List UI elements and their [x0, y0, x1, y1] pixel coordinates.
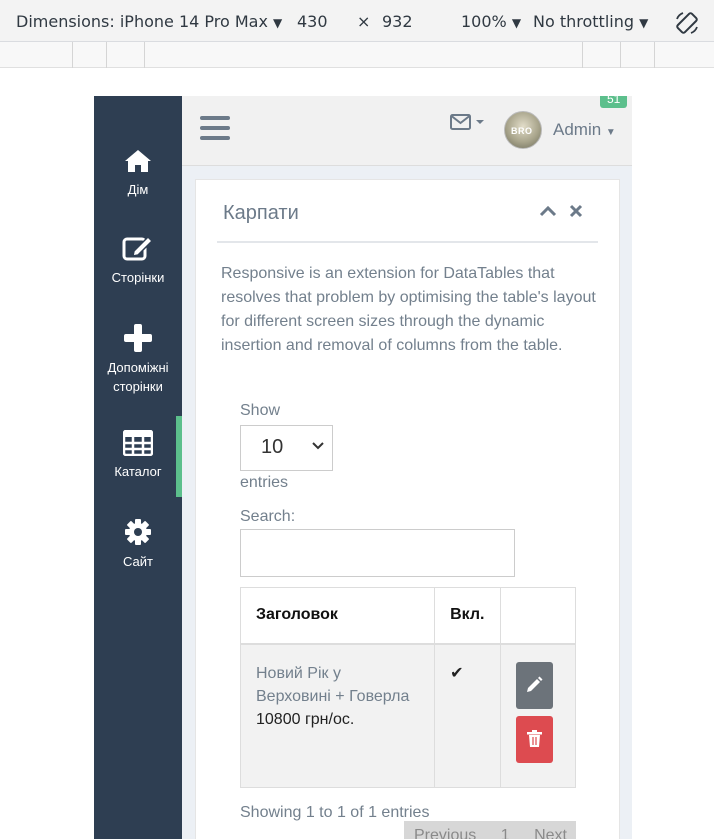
- table-info: Showing 1 to 1 of 1 entries: [240, 804, 430, 821]
- caret-down-icon: ▼: [273, 16, 283, 30]
- zoom-value: 100%: [461, 12, 507, 31]
- user-name: Admin: [553, 120, 602, 139]
- box-tools: [539, 204, 583, 223]
- avatar-text: BRO: [511, 126, 533, 136]
- sidebar-item-pages[interactable]: Сторінки: [94, 234, 182, 287]
- throttling-selector[interactable]: No throttling ▼: [533, 12, 648, 31]
- data-table: Заголовок Вкл. Новий Рік у Верховині + Г…: [239, 587, 576, 788]
- page-length-value: 10: [261, 436, 284, 458]
- cell-enabled: ✔: [434, 643, 502, 788]
- cell-title: Новий Рік у Верховині + Говерла 10800 гр…: [239, 643, 436, 788]
- sidebar-item-label: Каталог: [114, 464, 162, 479]
- table-icon: [123, 430, 153, 456]
- trash-icon: [527, 729, 543, 747]
- times-sign: ×: [357, 12, 371, 31]
- edit-button[interactable]: [516, 661, 554, 709]
- device-viewport: Дім Сторінки Допоміжні сторінки Каталог …: [94, 96, 632, 839]
- height-input[interactable]: 932: [382, 12, 413, 31]
- search-input[interactable]: [240, 529, 515, 577]
- table-row: Новий Рік у Верховині + Говерла 10800 гр…: [239, 643, 576, 788]
- show-label: Show: [240, 402, 281, 419]
- column-header-actions: [500, 587, 576, 645]
- table-header-row: Заголовок Вкл.: [239, 587, 576, 645]
- device-selector[interactable]: Dimensions: iPhone 14 Pro Max ▼: [16, 12, 282, 31]
- pencil-icon: [527, 676, 543, 692]
- divider: [217, 241, 598, 243]
- zoom-selector[interactable]: 100% ▼: [461, 12, 521, 31]
- width-input[interactable]: 430: [297, 12, 328, 31]
- description-text: Responsive is an extension for DataTable…: [221, 265, 596, 354]
- close-icon[interactable]: [569, 204, 583, 218]
- throttling-value: No throttling: [533, 12, 635, 31]
- caret-down-icon: ▼: [639, 16, 649, 30]
- caret-down-icon: ▼: [605, 127, 616, 138]
- gear-icon: [125, 519, 151, 545]
- caret-down-icon: ▼: [511, 16, 522, 30]
- plus-icon: [124, 324, 152, 352]
- content-box: Карпати Responsive is an extension for D…: [195, 179, 620, 839]
- row-title: Новий Рік у Верховині + Говерла: [256, 664, 410, 705]
- pagination-next[interactable]: Next: [534, 827, 567, 839]
- sidebar-item-label: Сторінки: [111, 270, 165, 285]
- pagination-page[interactable]: 1: [501, 827, 510, 839]
- sidebar: Дім Сторінки Допоміжні сторінки Каталог …: [94, 96, 182, 839]
- messages-dropdown[interactable]: [450, 113, 486, 136]
- check-icon: ✔: [450, 664, 464, 682]
- home-icon: [125, 150, 151, 172]
- pagination: Previous 1 Next: [404, 821, 576, 839]
- page-length-select[interactable]: 10: [240, 425, 333, 471]
- page-title: Карпати: [223, 202, 299, 224]
- edit-icon: [122, 235, 154, 261]
- sidebar-item-label: Сайт: [123, 554, 153, 569]
- cell-actions: [500, 643, 576, 788]
- media-query-ruler: [0, 42, 714, 68]
- column-header-enabled[interactable]: Вкл.: [434, 587, 502, 645]
- menu-toggle-button[interactable]: [200, 116, 230, 142]
- sidebar-item-label: Допоміжні сторінки: [107, 360, 169, 394]
- device-dimensions-label: Dimensions: iPhone 14 Pro Max: [16, 12, 268, 31]
- collapse-icon[interactable]: [539, 204, 557, 218]
- sidebar-item-helper-pages[interactable]: Допоміжні сторінки: [94, 324, 182, 396]
- sidebar-item-home[interactable]: Дім: [94, 148, 182, 199]
- notification-badge: 51: [600, 96, 628, 108]
- user-menu[interactable]: Admin ▼: [553, 120, 616, 140]
- delete-button[interactable]: [516, 715, 554, 763]
- sidebar-item-label: Дім: [127, 182, 149, 197]
- chevron-down-icon: [312, 442, 324, 450]
- pagination-previous[interactable]: Previous: [414, 827, 476, 839]
- search-label: Search:: [240, 508, 296, 525]
- avatar[interactable]: BRO: [504, 111, 542, 149]
- rotate-icon[interactable]: [674, 10, 700, 36]
- sidebar-item-catalog[interactable]: Каталог: [94, 430, 182, 481]
- devtools-device-toolbar: Dimensions: iPhone 14 Pro Max ▼ 430 × 93…: [0, 0, 714, 42]
- sidebar-item-site[interactable]: Сайт: [94, 518, 182, 571]
- envelope-icon: [450, 114, 484, 130]
- top-navbar: BRO Admin ▼ 51: [182, 96, 632, 166]
- row-price: 10800 грн/ос.: [256, 710, 355, 728]
- column-header-title[interactable]: Заголовок: [239, 587, 436, 645]
- entries-label: entries: [240, 474, 289, 491]
